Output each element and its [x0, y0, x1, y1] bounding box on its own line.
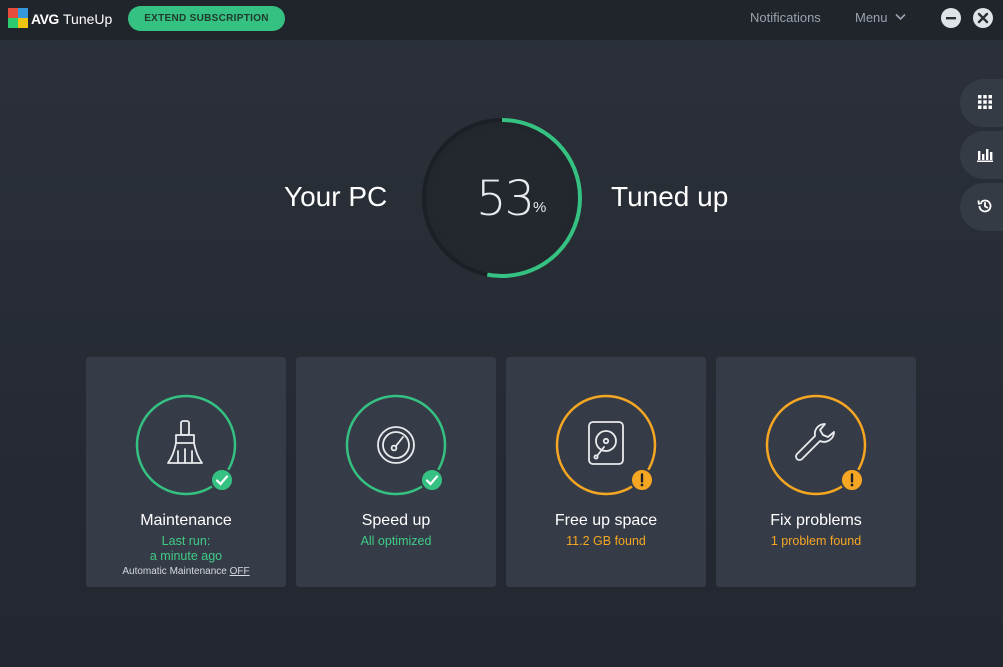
warning-badge-icon [840, 468, 864, 492]
check-badge-icon [420, 468, 444, 492]
notifications-link[interactable]: Notifications [750, 10, 821, 25]
title-bar: AVG TuneUp EXTEND SUBSCRIPTION Notificat… [0, 0, 1003, 40]
close-button[interactable] [973, 8, 993, 28]
card-status-time: a minute ago [149, 549, 223, 563]
side-apps-button[interactable] [960, 79, 1003, 127]
card-title: Maintenance [140, 512, 232, 529]
free-up-space-card[interactable]: Free up space 11.2 GB found [506, 357, 706, 587]
warning-badge-icon [630, 468, 654, 492]
card-status: 1 problem found [770, 534, 862, 548]
card-title: Fix problems [770, 512, 862, 529]
menu-button[interactable]: Menu [855, 10, 888, 25]
hero-right-label: Tuned up [611, 181, 729, 212]
hero-left-label: Your PC [284, 181, 388, 212]
card-status: All optimized [360, 534, 432, 548]
apps-grid-icon [978, 95, 992, 109]
check-badge-icon [210, 468, 234, 492]
side-stats-button[interactable] [960, 131, 1003, 179]
card-status: 11.2 GB found [566, 534, 646, 548]
maintenance-card[interactable]: Maintenance Last run: a minute ago Autom… [86, 357, 286, 587]
auto-maintenance-toggle-link[interactable]: OFF [230, 566, 250, 577]
hard-drive-icon [588, 421, 624, 465]
minimize-icon [946, 17, 956, 20]
close-icon [977, 12, 989, 24]
extend-subscription-button[interactable]: EXTEND SUBSCRIPTION [128, 6, 285, 31]
chevron-down-icon [895, 13, 906, 21]
history-icon [977, 199, 992, 213]
automatic-maintenance-line: Automatic Maintenance OFF [86, 566, 286, 577]
gauge-unit: % [533, 199, 547, 216]
side-history-button[interactable] [960, 183, 1003, 231]
wrench-icon [795, 423, 835, 461]
brand-avg: AVG [31, 11, 59, 27]
brand-name: TuneUp [63, 11, 113, 27]
card-title: Speed up [361, 512, 431, 529]
auto-maintenance-label: Automatic Maintenance [122, 566, 227, 577]
card-status: Last run: [161, 534, 211, 548]
fix-problems-card[interactable]: Fix problems 1 problem found [716, 357, 916, 587]
gauge-value: 53 [476, 171, 535, 227]
card-title: Free up space [554, 512, 658, 529]
broom-icon [167, 420, 203, 464]
speed-up-card[interactable]: Speed up All optimized [296, 357, 496, 587]
avg-logo-icon [8, 8, 28, 28]
speedometer-icon [377, 426, 415, 464]
minimize-button[interactable] [941, 8, 961, 28]
bar-chart-icon [977, 149, 993, 162]
